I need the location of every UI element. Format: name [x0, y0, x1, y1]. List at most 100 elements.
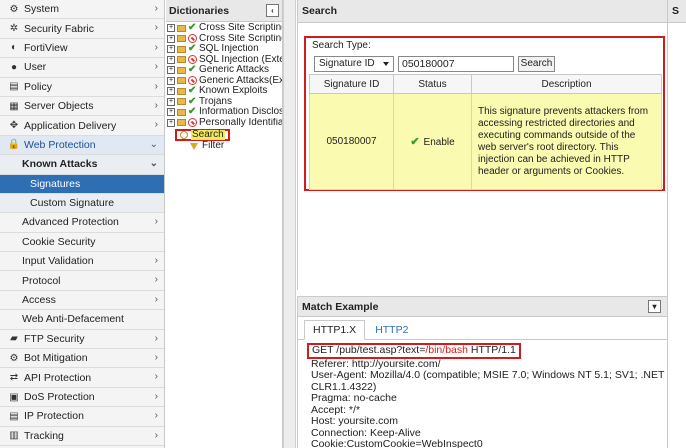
sidebar-item-tracking[interactable]: ▥ Tracking ›	[0, 426, 164, 446]
search-type-select[interactable]: Signature ID	[314, 56, 394, 72]
search-area: Search Type: Signature ID 050180007 Sear…	[304, 36, 665, 191]
tracking-icon: ▥	[9, 430, 19, 442]
sidebar-item-security-fabric[interactable]: ✲ Security Fabric ›	[0, 19, 164, 39]
tree-item-label: Known Exploits	[199, 86, 268, 96]
collapse-panel-icon[interactable]: ‹	[266, 4, 279, 17]
sidebar-item-system[interactable]: ⚙ System ›	[0, 0, 164, 20]
check-icon: ✔	[188, 65, 197, 75]
expand-icon[interactable]: +	[167, 34, 175, 43]
sidebar-item-label: Known Attacks	[22, 158, 98, 171]
table-row[interactable]: 050180007 ✔ Enable This signature prevent…	[309, 93, 662, 190]
check-icon: ✔	[188, 23, 197, 33]
expand-icon[interactable]: +	[167, 66, 175, 75]
folder-icon	[177, 87, 186, 95]
sidebar-item-known-attacks[interactable]: Known Attacks ⌄	[0, 155, 164, 175]
column-header[interactable]: Description	[471, 74, 662, 94]
column-header[interactable]: Status	[393, 74, 472, 94]
folder-icon	[177, 35, 186, 43]
check-icon: ✔	[188, 86, 197, 96]
expand-icon[interactable]: +	[167, 45, 175, 54]
tree-item-label: Generic Attacks	[199, 65, 270, 75]
request-header-line: Pragma: no-cache	[311, 392, 397, 404]
chevron-down-icon	[383, 62, 389, 66]
expand-icon[interactable]: +	[167, 108, 175, 117]
panel-title: Search	[298, 0, 667, 23]
fabric-icon: ✲	[9, 23, 19, 35]
server-icon: ▦	[9, 100, 19, 112]
sidebar-item-access[interactable]: Access ›	[0, 290, 164, 311]
column-header[interactable]: Signature ID	[309, 74, 394, 94]
request-path: GET /pub/test.asp?text=	[312, 344, 426, 356]
tree-item-label: Cross Site Scripting	[199, 33, 282, 44]
tree-item[interactable]: + ✔ Trojans	[166, 97, 282, 108]
sidebar-item-cookie-security[interactable]: Cookie Security	[0, 232, 164, 253]
sidebar-item-advanced-protection[interactable]: Advanced Protection ›	[0, 213, 164, 233]
tree-item-search[interactable]: Search	[166, 128, 282, 141]
search-button[interactable]: Search	[518, 56, 555, 72]
sidebar-item-custom-signature[interactable]: Custom Signature	[0, 193, 164, 214]
search-panel: Search Search Type: Signature ID 0501800…	[297, 0, 667, 290]
tree-item[interactable]: + ✔ SQL Injection	[166, 44, 282, 55]
tree-item[interactable]: + Generic Attacks(Ex	[166, 76, 282, 87]
disabled-icon	[188, 55, 197, 65]
sidebar-item-user[interactable]: ● User ›	[0, 58, 164, 78]
tree-item[interactable]: + ✔ Information Disclos	[166, 107, 282, 118]
expand-icon[interactable]: +	[167, 24, 175, 33]
search-icon	[180, 130, 188, 139]
tree-item[interactable]: + ✔ Generic Attacks	[166, 65, 282, 76]
expand-icon[interactable]: +	[167, 55, 175, 64]
lock-icon: 🔒	[7, 139, 21, 151]
chevron-right-icon: ›	[154, 429, 158, 441]
chevron-right-icon: ›	[154, 332, 158, 344]
panel-title: S	[668, 0, 686, 23]
search-input[interactable]: 050180007	[398, 56, 514, 72]
sidebar-item-api-protection[interactable]: ⇄ API Protection ›	[0, 368, 164, 388]
chevron-right-icon: ›	[154, 41, 158, 53]
sidebar-item-policy[interactable]: ▤ Policy ›	[0, 77, 164, 97]
tree-item[interactable]: + SQL Injection (Exte	[166, 55, 282, 66]
sidebar-item-dos-protection[interactable]: ▣ DoS Protection ›	[0, 387, 164, 408]
sidebar-item-input-validation[interactable]: Input Validation ›	[0, 252, 164, 272]
sidebar-item-signatures[interactable]: Signatures	[0, 174, 164, 194]
expand-icon[interactable]: +	[167, 87, 175, 96]
tab-http2[interactable]: HTTP2	[367, 321, 416, 339]
dos-icon: ▣	[9, 391, 19, 403]
tree-item[interactable]: + ✔ Cross Site Scripting	[166, 23, 282, 34]
tree-item[interactable]: + Personally Identifia	[166, 118, 282, 129]
folder-icon	[177, 119, 186, 127]
tree-item[interactable]: + Cross Site Scripting	[166, 34, 282, 45]
tree-item-label: Cross Site Scripting	[199, 23, 282, 33]
sidebar-item-bot-mitigation[interactable]: ⚙ Bot Mitigation ›	[0, 349, 164, 369]
panel-splitter[interactable]	[283, 0, 296, 448]
sidebar-item-protocol[interactable]: Protocol ›	[0, 271, 164, 291]
sidebar-item-label: IP Protection	[24, 410, 84, 423]
ip-icon: ▤	[9, 410, 19, 422]
chevron-right-icon: ›	[154, 255, 158, 267]
expand-icon[interactable]: +	[167, 97, 175, 106]
tab-http1x[interactable]: HTTP1.X	[304, 320, 366, 340]
status-cell: ✔ Enable	[393, 93, 472, 190]
sidebar-item-ftp-security[interactable]: ▰ FTP Security ›	[0, 329, 164, 350]
tree-item-filter[interactable]: Filter	[166, 141, 282, 152]
chevron-down-icon[interactable]: ▾	[648, 300, 661, 313]
sidebar-item-web-anti-defacement[interactable]: Web Anti-Defacement	[0, 310, 164, 330]
expand-icon[interactable]: +	[167, 76, 175, 85]
sidebar-item-label: Bot Mitigation	[24, 352, 88, 365]
tree-item-label: Filter	[202, 141, 225, 152]
sidebar-item-fortiview[interactable]: ◐ FortiView ›	[0, 38, 164, 59]
results-table: Signature ID Status Description 05018000…	[309, 74, 662, 190]
folder-icon	[177, 77, 186, 85]
sidebar-item-application-delivery[interactable]: ✥ Application Delivery ›	[0, 116, 164, 136]
tree-item-label: SQL Injection	[199, 44, 259, 54]
sidebar-item-ip-protection[interactable]: ▤ IP Protection ›	[0, 407, 164, 427]
chevron-right-icon: ›	[154, 119, 158, 131]
expand-icon[interactable]: +	[167, 118, 175, 127]
chevron-right-icon: ›	[154, 371, 158, 383]
sidebar-item-server-objects[interactable]: ▦ Server Objects ›	[0, 96, 164, 117]
tree-item[interactable]: + ✔ Known Exploits	[166, 86, 282, 97]
sidebar-item-web-protection[interactable]: 🔒 Web Protection ⌄	[0, 135, 164, 156]
search-type-value: Signature ID	[319, 58, 375, 69]
chevron-right-icon: ›	[154, 216, 158, 228]
description-cell: This signature prevents attackers from a…	[471, 93, 662, 190]
tree-item-label: SQL Injection (Exte	[199, 54, 282, 65]
